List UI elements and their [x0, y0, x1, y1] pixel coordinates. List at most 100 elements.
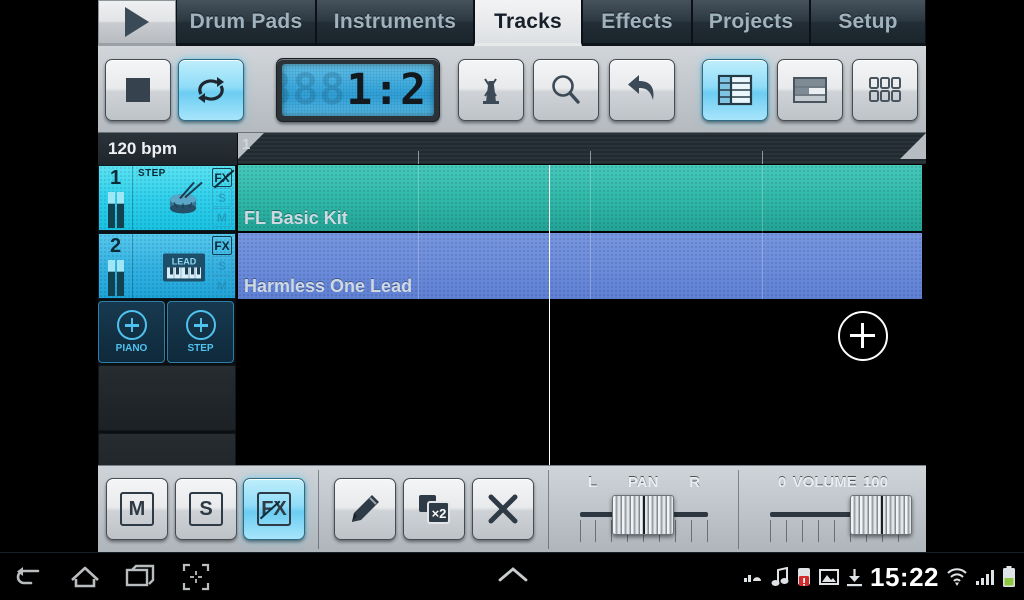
volume-thumb[interactable]	[850, 495, 912, 535]
track-toggle-group: FX S M	[212, 236, 232, 296]
music-note-icon	[771, 567, 789, 587]
recents-icon	[125, 564, 155, 587]
lcd-value: 1:2	[346, 64, 427, 115]
clip-track-2[interactable]: Harmless One Lead	[238, 233, 922, 299]
volume-max-label: 100	[862, 474, 888, 491]
pan-left-label: L	[588, 474, 598, 491]
track-solo-toggle[interactable]: S	[212, 256, 232, 275]
pan-thumb[interactable]	[612, 495, 674, 535]
tab-instruments[interactable]: Instruments	[316, 0, 474, 46]
tab-projects[interactable]: Projects	[692, 0, 810, 46]
back-button[interactable]	[14, 563, 42, 591]
screenshot-icon	[182, 563, 210, 591]
recents-button[interactable]	[125, 563, 155, 591]
stop-button[interactable]	[105, 59, 171, 121]
svg-text:LEAD: LEAD	[172, 256, 197, 266]
keyboard-lead-icon: LEAD	[158, 249, 210, 285]
wifi-icon	[946, 567, 968, 587]
bpm-display[interactable]: 120 bpm	[98, 133, 238, 165]
tab-tracks[interactable]: Tracks	[474, 0, 582, 46]
duplicate-button[interactable]: ×2	[403, 478, 465, 540]
track-header-1[interactable]: 1 STEP FX S M	[98, 165, 236, 231]
loop-end-handle[interactable]	[900, 133, 926, 159]
pan-labels: L PAN R	[550, 474, 738, 491]
plus-circle-icon	[116, 310, 147, 340]
lane-tick	[418, 165, 419, 299]
play-icon	[125, 7, 149, 37]
svg-text:×2: ×2	[432, 506, 447, 521]
zoom-button[interactable]	[533, 59, 599, 121]
fx-button[interactable]: FX	[243, 478, 305, 540]
clip-label: FL Basic Kit	[244, 208, 348, 228]
screen: Drum Pads Instruments Tracks Effects Pro…	[0, 0, 1024, 600]
tab-drum-pads[interactable]: Drum Pads	[176, 0, 316, 46]
tracks-view-button[interactable]	[702, 59, 768, 121]
track-body: LEAD FX S M	[133, 234, 235, 298]
track-editor: 1 STEP FX S M 2 LEAD FX S M PIANO STEP F…	[98, 165, 926, 499]
track-header-2[interactable]: 2 LEAD FX S M	[98, 233, 236, 299]
playhead[interactable]	[549, 165, 550, 465]
solo-button[interactable]: S	[175, 478, 237, 540]
mixer-rows-icon	[793, 77, 827, 103]
chevron-up-icon	[498, 567, 528, 582]
ruler-tick	[418, 151, 419, 164]
track-kind-label: STEP	[138, 168, 166, 179]
add-button-label: PIANO	[115, 343, 148, 354]
add-step-track-button[interactable]: STEP	[167, 301, 234, 363]
level-meter	[107, 192, 124, 228]
track-number: 2	[109, 235, 122, 257]
main-tab-bar: Drum Pads Instruments Tracks Effects Pro…	[98, 0, 926, 46]
mute-button[interactable]: M	[106, 478, 168, 540]
tab-label: Projects	[708, 9, 794, 33]
storage-warning-icon	[796, 567, 812, 587]
edit-button[interactable]	[334, 478, 396, 540]
loop-button[interactable]	[178, 59, 244, 121]
clip-track-1[interactable]: FL Basic Kit	[238, 165, 922, 231]
track-mute-toggle[interactable]: M	[212, 276, 232, 295]
status-clock: 15:22	[870, 561, 939, 592]
track-number: 1	[109, 167, 122, 189]
undo-button[interactable]	[609, 59, 675, 121]
pads-view-button[interactable]	[852, 59, 918, 121]
track-fx-toggle[interactable]: FX	[212, 168, 232, 187]
level-meter	[107, 260, 124, 296]
volume-labels: 0 VOLUME 100	[740, 474, 926, 491]
position-display[interactable]: 888 1:2	[276, 58, 440, 122]
home-button[interactable]	[70, 563, 99, 591]
clip-lanes[interactable]: FL Basic Kit Harmless One Lead	[238, 165, 926, 465]
pencil-icon	[352, 495, 379, 522]
screenshot-button[interactable]	[182, 563, 210, 591]
solo-label: S	[199, 497, 213, 520]
pan-title: PAN	[627, 474, 659, 491]
mute-label-box: M	[120, 492, 154, 526]
empty-track-slot[interactable]	[98, 365, 236, 431]
mixer-view-button[interactable]	[777, 59, 843, 121]
add-track-row: PIANO STEP	[98, 301, 236, 363]
stop-icon	[126, 78, 150, 102]
track-number-column: 1	[99, 166, 133, 230]
status-bar: 15:22	[744, 553, 1016, 600]
track-header-list: 1 STEP FX S M 2 LEAD FX S M PIANO STEP	[98, 165, 238, 499]
home-icon	[71, 566, 99, 588]
volume-slider-panel[interactable]: 0 VOLUME 100	[740, 466, 926, 553]
add-piano-track-button[interactable]: PIANO	[98, 301, 165, 363]
tab-play[interactable]	[98, 0, 176, 46]
track-solo-toggle[interactable]: S	[212, 188, 232, 207]
pan-slider-panel[interactable]: L PAN R	[550, 466, 738, 553]
download-icon	[846, 568, 863, 587]
delete-button[interactable]	[472, 478, 534, 540]
add-track-fab[interactable]	[838, 311, 888, 361]
timeline-ruler[interactable]: 1	[238, 133, 926, 165]
drum-icon	[161, 181, 207, 217]
add-button-label: STEP	[187, 343, 214, 354]
tab-effects[interactable]: Effects	[582, 0, 692, 46]
expand-toolbar-button[interactable]	[497, 565, 528, 593]
timeline-ruler-row: 120 bpm 1	[98, 133, 926, 165]
fx-label: FX	[261, 497, 287, 520]
tab-setup[interactable]: Setup	[810, 0, 926, 46]
track-mute-toggle[interactable]: M	[212, 208, 232, 227]
toolbar-divider	[318, 470, 319, 549]
track-fx-toggle[interactable]: FX	[212, 236, 232, 255]
tracks-grid-icon	[717, 74, 753, 106]
metronome-button[interactable]	[458, 59, 524, 121]
